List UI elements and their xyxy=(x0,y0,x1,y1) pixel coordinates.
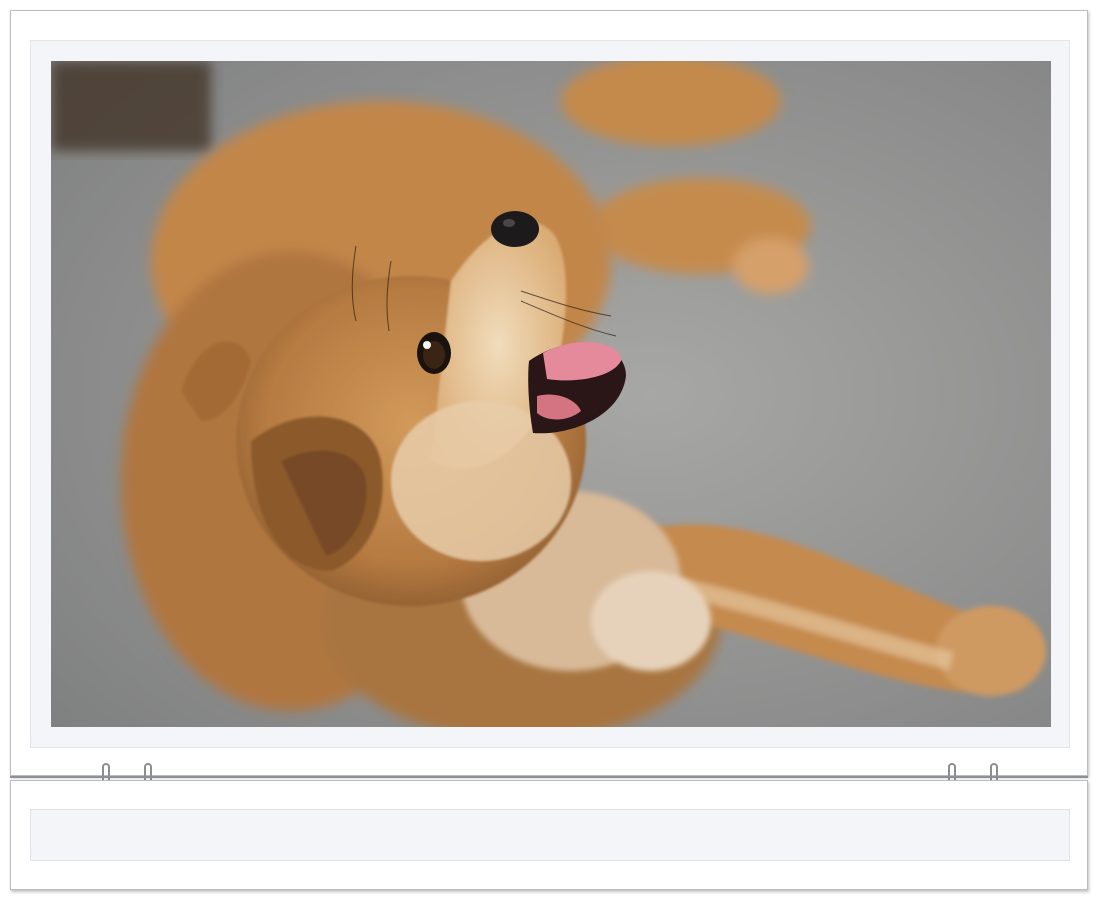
binding-line xyxy=(10,776,1088,778)
calendar-lower-sheet xyxy=(10,780,1088,890)
calendar-notes-panel xyxy=(30,809,1070,861)
photo-mat xyxy=(30,40,1070,748)
calendar-photo-sheet xyxy=(10,10,1088,776)
puppy-photo xyxy=(51,61,1051,727)
